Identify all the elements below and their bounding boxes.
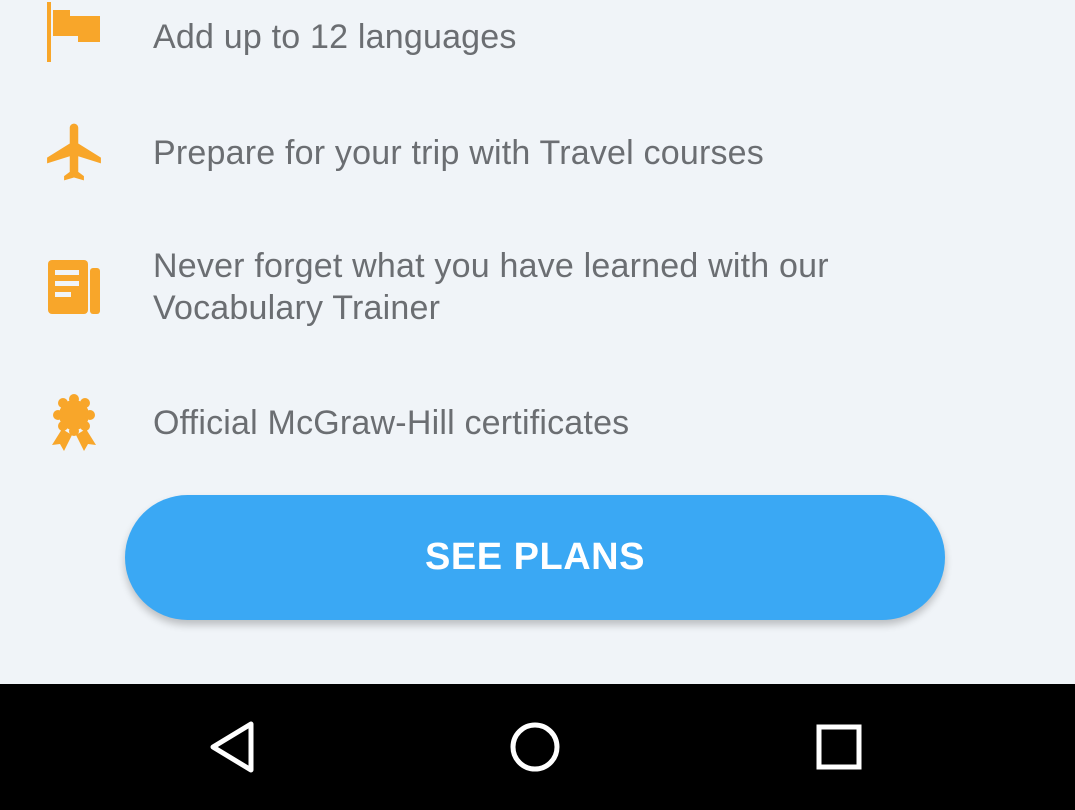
vocabulary-book-icon [40, 254, 108, 322]
feature-languages: Add up to 12 languages [0, 0, 1075, 80]
recents-square-icon [794, 724, 884, 796]
features-screen: Add up to 12 languages Prepare for your … [0, 0, 1075, 684]
back-button[interactable] [187, 702, 277, 792]
system-navigation-bar [0, 684, 1075, 810]
back-triangle-icon [187, 721, 277, 796]
feature-vocabulary: Never forget what you have learned with … [0, 240, 1075, 340]
feature-travel: Prepare for your trip with Travel course… [0, 110, 1075, 190]
home-circle-icon [490, 722, 580, 796]
feature-certificates: Official McGraw-Hill certificates [0, 385, 1075, 465]
feature-text: Add up to 12 languages [153, 18, 517, 56]
feature-text: Prepare for your trip with Travel course… [153, 134, 764, 172]
flag-icon [40, 2, 108, 70]
see-plans-button[interactable]: SEE PLANS [125, 495, 945, 620]
feature-text: Never forget what you have learned with … [153, 247, 829, 327]
recents-button[interactable] [794, 702, 884, 792]
feature-text: Official McGraw-Hill certificates [153, 404, 630, 442]
home-button[interactable] [490, 702, 580, 792]
see-plans-label: SEE PLANS [425, 536, 645, 578]
airplane-icon [40, 118, 108, 186]
certificate-badge-icon [40, 391, 108, 459]
